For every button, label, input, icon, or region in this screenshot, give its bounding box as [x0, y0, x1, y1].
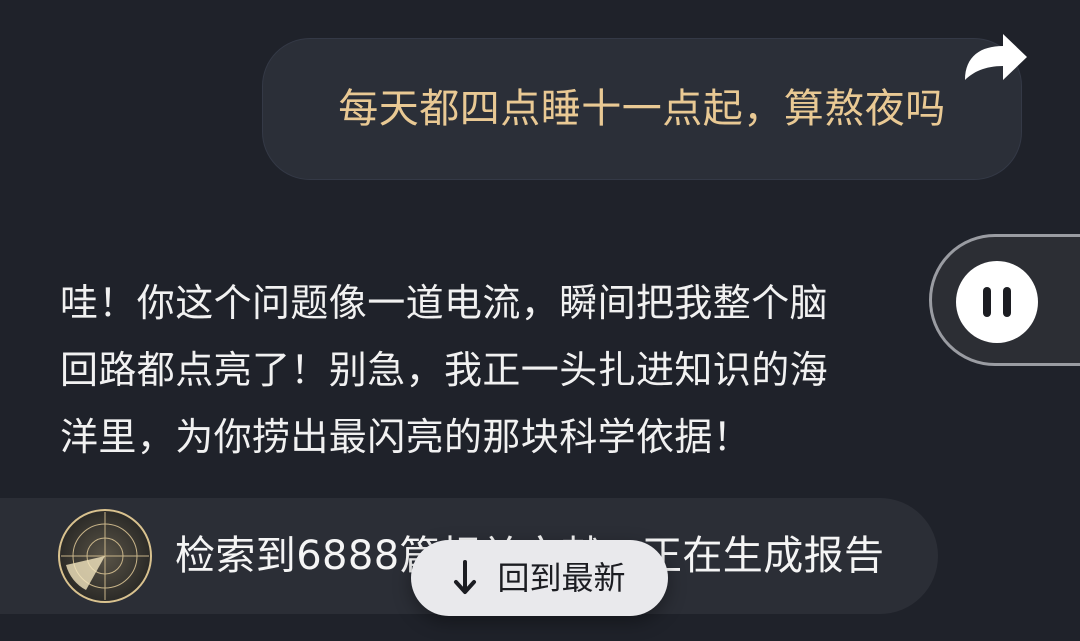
down-arrow-icon	[454, 560, 477, 594]
back-to-latest-label: 回到最新	[497, 559, 626, 597]
back-to-latest-button[interactable]: 回到最新	[411, 540, 668, 616]
pause-button[interactable]	[956, 261, 1038, 343]
radar-icon	[58, 509, 152, 603]
user-message-bubble: 每天都四点睡十一点起，算熬夜吗	[262, 38, 1022, 180]
assistant-message-text: 哇！你这个问题像一道电流，瞬间把我整个脑 回路都点亮了！别急，我正一头扎进知识的…	[60, 281, 829, 459]
user-message-text: 每天都四点睡十一点起，算熬夜吗	[338, 86, 946, 132]
pause-icon	[983, 287, 991, 317]
pause-icon-bar	[1003, 287, 1011, 317]
share-arrow-icon[interactable]	[955, 22, 1035, 92]
